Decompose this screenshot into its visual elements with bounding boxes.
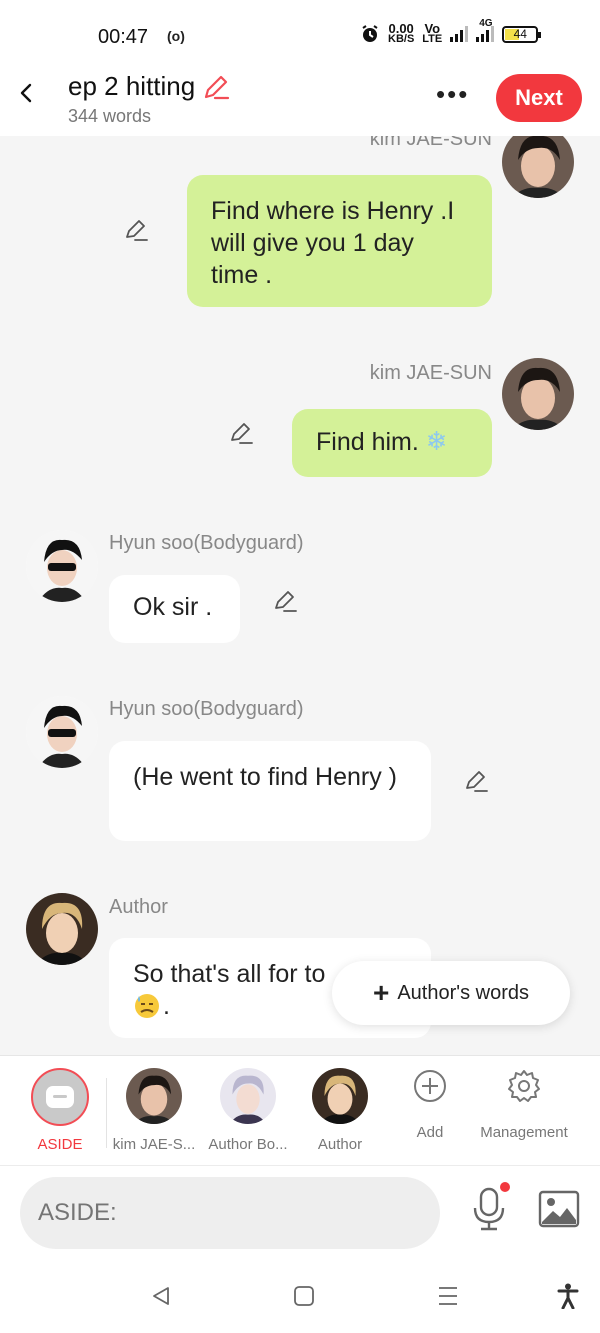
avatar-hyun-soo[interactable] [26, 530, 98, 602]
message-bubble[interactable]: Ok sir . [109, 575, 240, 643]
status-time: 00:47 [98, 26, 149, 48]
volte-badge: Vo LTE [422, 21, 443, 45]
more-options-button[interactable]: ••• [436, 81, 469, 107]
role-label: ASIDE [37, 1136, 83, 1153]
speaker-name: Hyun soo(Bodyguard) [109, 532, 304, 554]
microphone-button[interactable] [470, 1182, 510, 1232]
speaker-name: Hyun soo(Bodyguard) [109, 698, 304, 720]
role-divider [106, 1078, 107, 1148]
accessibility-icon[interactable] [557, 1283, 579, 1309]
signal-icon [450, 26, 469, 42]
role-selector: ASIDE kim JAE-S... Author Bo... Author A… [0, 1055, 600, 1165]
back-arrow-icon[interactable] [16, 82, 38, 104]
role-author[interactable]: Author [294, 1068, 386, 1153]
avatar [220, 1068, 276, 1124]
chat-area[interactable]: kim JAE-SUN Find where is Henry .I will … [0, 136, 600, 1054]
speaker-name: kim JAE-SUN [369, 362, 492, 384]
snowflake-icon: ❄ [425, 426, 448, 456]
role-label: kim JAE-S... [112, 1136, 196, 1153]
editor-header: ep 2 hitting 344 words ••• Next [0, 60, 600, 136]
network-speed: 0.00 KB/S [388, 21, 415, 45]
role-aside[interactable]: ASIDE [14, 1068, 106, 1153]
speaker-name: Author [109, 896, 168, 918]
role-author-bo[interactable]: Author Bo... [202, 1068, 294, 1153]
edit-message-icon[interactable] [463, 768, 489, 794]
word-count: 344 words [68, 106, 152, 126]
edit-pencil-icon[interactable] [201, 72, 231, 102]
system-nav-bar [0, 1261, 600, 1333]
nav-menu-icon[interactable] [437, 1285, 459, 1307]
nav-home-icon[interactable] [293, 1285, 315, 1307]
alarm-icon [362, 25, 378, 42]
role-label: Author [317, 1136, 363, 1153]
episode-title[interactable]: ep 2 hitting [68, 71, 231, 102]
avatar-author[interactable] [26, 893, 98, 965]
signal-4g-icon: 4G [476, 18, 495, 42]
battery-icon: 44 [502, 25, 542, 43]
authors-words-button[interactable]: + Author's words [332, 961, 570, 1025]
plus-circle-icon [414, 1070, 446, 1102]
role-kim-jae-sun[interactable]: kim JAE-S... [108, 1068, 200, 1153]
message-input[interactable] [20, 1177, 440, 1249]
notification-dot [500, 1182, 510, 1192]
input-bar [0, 1165, 600, 1261]
gear-icon [508, 1070, 540, 1102]
authors-words-label: Author's words [397, 981, 529, 1004]
next-button[interactable]: Next [496, 74, 582, 122]
avatar [126, 1068, 182, 1124]
avatar [312, 1068, 368, 1124]
image-icon[interactable] [538, 1190, 580, 1228]
message-bubble[interactable]: (He went to find Henry ) [109, 741, 431, 841]
avatar-kim-jae-sun[interactable] [502, 136, 574, 198]
edit-message-icon[interactable] [123, 217, 149, 243]
plus-icon: + [372, 977, 390, 1008]
microphone-icon [473, 1187, 505, 1231]
status-icons: 0.00 KB/S Vo LTE 4G 44 [360, 18, 542, 45]
nav-back-icon[interactable] [150, 1285, 172, 1307]
role-label: Management [480, 1124, 568, 1141]
avatar-kim-jae-sun[interactable] [502, 358, 574, 430]
management-button[interactable]: Management [478, 1068, 570, 1141]
edit-message-icon[interactable] [228, 420, 254, 446]
edit-message-icon[interactable] [272, 588, 298, 614]
speaker-name: kim JAE-SUN [369, 136, 492, 150]
aside-icon [31, 1068, 89, 1126]
message-text: Find him. [316, 428, 419, 456]
role-label: Author Bo... [208, 1136, 288, 1153]
add-role-button[interactable]: Add [384, 1068, 476, 1141]
avatar-hyun-soo[interactable] [26, 696, 98, 768]
hotspot-icon: (o) [167, 28, 185, 44]
message-bubble[interactable]: Find him. ❄ [292, 409, 492, 477]
message-bubble[interactable]: Find where is Henry .I will give you 1 d… [187, 175, 492, 307]
role-label: Add [416, 1124, 444, 1141]
episode-title-text: ep 2 hitting [68, 71, 196, 101]
